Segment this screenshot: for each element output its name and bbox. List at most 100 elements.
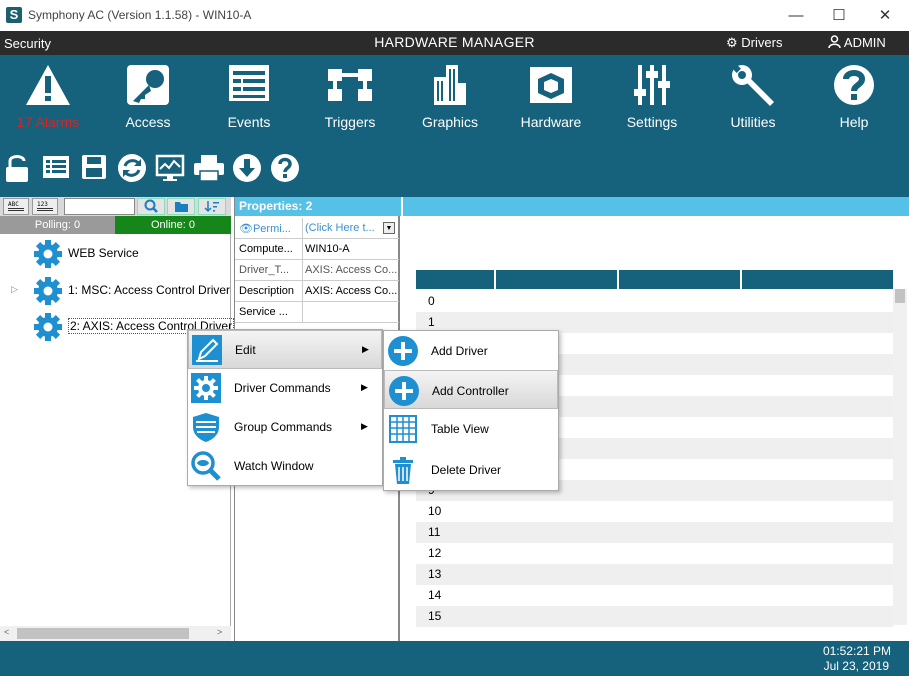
ribbon-alarms-button[interactable]: 17 Alarms (0, 63, 98, 133)
horizontal-scrollbar[interactable]: < > (0, 626, 231, 641)
property-value: AXIS: Access Co... (302, 281, 397, 301)
dropdown-arrow-icon[interactable]: ▼ (383, 222, 395, 234)
print-icon (194, 155, 224, 182)
app-icon: S (6, 7, 22, 23)
tree-item-web-service[interactable]: WEB Service (0, 236, 231, 270)
download-button[interactable] (232, 153, 262, 183)
grid-panel-header (403, 197, 909, 216)
search-icon (144, 199, 158, 213)
ribbon-triggers-button[interactable]: Triggers (300, 63, 400, 133)
property-key: Compute... (239, 243, 293, 255)
submenu-item-table-view[interactable]: Table View (384, 409, 558, 448)
context-menu: Edit ▶ Driver Commands ▶ Group Commands … (187, 329, 383, 486)
submenu-label: Delete Driver (431, 463, 502, 477)
ribbon-hardware-button[interactable]: Hardware (501, 63, 601, 133)
grid-column-header[interactable] (416, 270, 496, 289)
expand-arrow-icon[interactable]: ▷ (11, 284, 18, 295)
tree-item-label: 1: MSC: Access Control Driver (68, 283, 231, 297)
key-icon (127, 65, 169, 105)
scroll-left-icon[interactable]: < (4, 627, 9, 637)
grid-row[interactable]: 10 (416, 501, 893, 522)
list-button[interactable] (42, 153, 72, 183)
tree-search-input[interactable] (64, 198, 135, 215)
user-icon (828, 35, 841, 49)
grid-column-header[interactable] (619, 270, 742, 289)
tree-item-msc-driver[interactable]: ▷ 1: MSC: Access Control Driver (0, 273, 231, 307)
submenu-item-delete-driver[interactable]: Delete Driver (384, 450, 558, 489)
search-button[interactable] (137, 198, 165, 215)
context-menu-item-group-commands[interactable]: Group Commands ▶ (188, 408, 382, 447)
grid-row[interactable]: 12 (416, 543, 893, 564)
ribbon-settings-button[interactable]: Settings (602, 63, 702, 133)
close-button[interactable]: ✕ (862, 0, 908, 31)
grid-row[interactable]: 15 (416, 606, 893, 627)
window-title: Symphony AC (Version 1.1.58) - WIN10-A (28, 8, 252, 22)
lock-icon (6, 155, 28, 182)
property-row-driver-type[interactable]: Driver_T... AXIS: Access Co... (235, 260, 399, 281)
property-row-description[interactable]: Description AXIS: Access Co... (235, 281, 399, 302)
ribbon-utilities-button[interactable]: Utilities (703, 63, 803, 133)
save-button[interactable] (80, 153, 110, 183)
property-key: 👁Permi... (239, 223, 291, 235)
plus-icon (389, 376, 419, 406)
refresh-icon (118, 154, 146, 182)
sort-order-button[interactable] (198, 198, 226, 215)
ribbon-settings-label: Settings (626, 114, 678, 130)
admin-user-button[interactable]: ADMIN (828, 35, 886, 50)
print-button[interactable] (193, 153, 224, 183)
scrollbar-thumb[interactable] (895, 289, 905, 303)
submenu-item-add-driver[interactable]: Add Driver (384, 331, 558, 370)
property-row-computer[interactable]: Compute... WIN10-A (235, 239, 399, 260)
property-row-permissions[interactable]: 👁Permi... (Click Here t... ▼ (235, 218, 399, 239)
monitor-button[interactable] (155, 153, 185, 183)
grid-column-header[interactable] (496, 270, 619, 289)
gear-icon (191, 373, 221, 403)
submenu-label: Add Driver (431, 344, 488, 358)
submenu-item-add-controller[interactable]: Add Controller (384, 370, 558, 409)
tree-toolbar: ABC 123 (0, 197, 231, 216)
context-menu-item-edit[interactable]: Edit ▶ (188, 330, 382, 369)
folder-button[interactable] (167, 198, 195, 215)
property-row-service[interactable]: Service ... (235, 302, 399, 323)
property-value: WIN10-A (302, 239, 397, 259)
events-icon (229, 65, 269, 101)
refresh-button[interactable] (117, 153, 147, 183)
ribbon-access-button[interactable]: Access (98, 63, 198, 133)
sort-abc-icon: ABC (8, 201, 24, 211)
hardware-icon (530, 67, 572, 103)
minimize-button[interactable]: — (773, 0, 819, 31)
sort-123-button[interactable]: 123 (32, 198, 58, 215)
grid-row[interactable]: 14 (416, 585, 893, 606)
trash-icon (393, 457, 413, 484)
context-menu-label: Edit (235, 343, 256, 357)
plus-icon (388, 336, 418, 366)
ribbon-alarms-label: 17 Alarms (16, 114, 80, 130)
tree-item-label: WEB Service (68, 246, 139, 260)
ribbon-graphics-button[interactable]: Graphics (400, 63, 500, 133)
ribbon-events-button[interactable]: Events (199, 63, 299, 133)
grid-row[interactable]: 11 (416, 522, 893, 543)
grid-column-header[interactable] (742, 270, 893, 289)
maximize-button[interactable]: ☐ (816, 0, 862, 31)
grid-row[interactable]: 0 (416, 291, 893, 312)
drivers-label: Drivers (741, 35, 783, 50)
vertical-scrollbar[interactable] (893, 289, 907, 625)
context-menu-item-watch-window[interactable]: Watch Window (188, 447, 382, 486)
scrollbar-thumb[interactable] (17, 628, 189, 639)
ribbon-help-button[interactable]: Help (804, 63, 904, 133)
help-icon (834, 65, 874, 105)
context-menu-item-driver-commands[interactable]: Driver Commands ▶ (188, 369, 382, 408)
polling-count: Polling: 0 (0, 216, 115, 234)
lock-button[interactable] (4, 153, 34, 183)
drivers-button[interactable]: ⚙ Drivers (726, 35, 782, 51)
grid-header (416, 270, 893, 289)
toolbar-help-button[interactable] (270, 153, 300, 183)
sort-abc-button[interactable]: ABC (3, 198, 29, 215)
eye-icon: 👁 (239, 223, 253, 235)
grid-row[interactable]: 13 (416, 564, 893, 585)
ribbon: 17 Alarms Access Events Triggers Graphic… (0, 55, 909, 197)
download-icon (233, 154, 261, 182)
wrench-icon (731, 63, 774, 106)
shield-icon (193, 413, 219, 442)
scroll-right-icon[interactable]: > (217, 627, 222, 637)
